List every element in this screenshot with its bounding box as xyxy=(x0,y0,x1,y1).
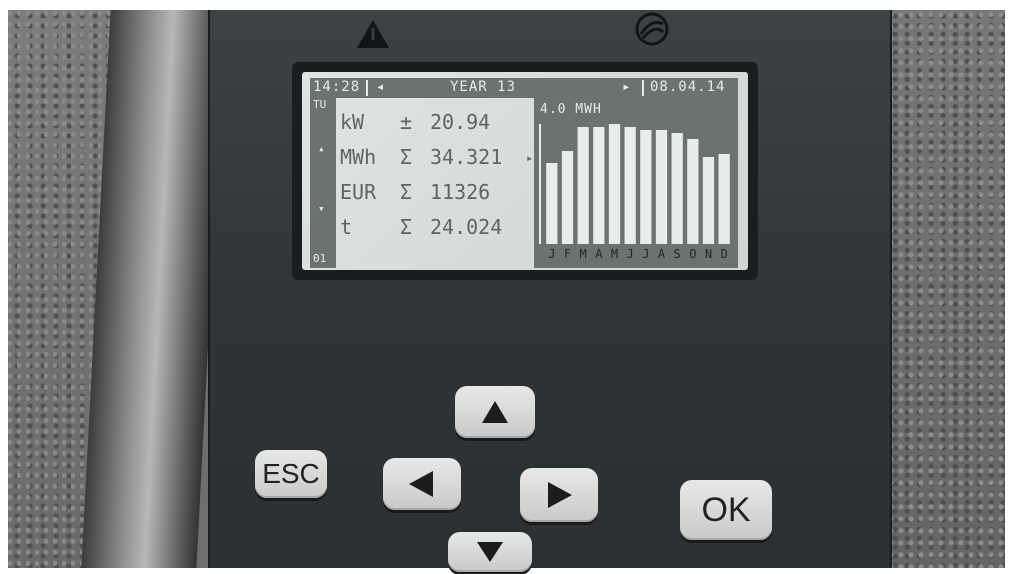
chart-bar xyxy=(577,127,589,244)
chart-bar xyxy=(655,130,668,244)
monthly-bar-chart: JFMAMJJASOND xyxy=(539,124,730,261)
nav-right-indicator: ▸ xyxy=(622,79,632,95)
chart-month-label: J xyxy=(627,247,634,261)
chart-bar xyxy=(671,133,683,244)
selection-cursor: ▸ xyxy=(526,151,534,165)
chart-month-label: S xyxy=(674,247,681,261)
date-readout: 08.04.14 xyxy=(650,79,726,95)
period-title: YEAR 13 xyxy=(450,79,517,95)
right-button[interactable] xyxy=(520,468,598,522)
chart-month-label: J xyxy=(642,247,649,261)
chart-bar xyxy=(624,127,636,244)
time-readout: 14:28 xyxy=(313,79,361,95)
chart-bar xyxy=(640,130,652,244)
row-unit: MWh xyxy=(340,145,377,169)
chart-bar xyxy=(561,151,574,244)
warning-icon xyxy=(357,20,389,48)
sidebar-down-indicator: ▾ xyxy=(318,202,325,215)
chart-month-label: A xyxy=(595,247,603,261)
nav-left-indicator: ◂ xyxy=(376,79,386,95)
row-symbol: Σ xyxy=(400,180,413,204)
left-arrow-icon xyxy=(409,471,433,497)
up-button[interactable] xyxy=(455,386,535,438)
row-value: 20.94 xyxy=(430,110,491,134)
row-value: 24.024 xyxy=(430,215,503,239)
chart-month-label: O xyxy=(689,247,696,261)
row-unit: EUR xyxy=(340,180,377,204)
readout-row-earnings: EUR Σ 11326 xyxy=(340,180,540,215)
chart-y-axis xyxy=(539,124,541,244)
row-unit: t xyxy=(340,215,353,239)
esc-button[interactable]: ESC xyxy=(255,450,327,498)
row-value: 11326 xyxy=(430,180,491,204)
sidebar-top-label: TU xyxy=(313,98,327,111)
row-unit: kW xyxy=(340,110,365,134)
chart-month-label: N xyxy=(705,247,712,261)
grid-connection-icon xyxy=(635,12,669,46)
readout-rows: kW ± 20.94 MWh Σ 34.321 ▸ EUR Σ 11326 t … xyxy=(340,110,540,250)
chart-month-label: M xyxy=(580,247,587,261)
sidebar-up-indicator: ▴ xyxy=(318,142,325,155)
chart-bar xyxy=(702,157,715,244)
chart-month-label: D xyxy=(721,247,728,261)
chart-bar xyxy=(718,154,730,244)
wall-texture-right xyxy=(888,10,1005,568)
page-number: 01 xyxy=(313,252,327,265)
ok-button[interactable]: OK xyxy=(680,480,772,540)
row-symbol: Σ xyxy=(400,215,413,239)
chart-bar xyxy=(593,127,605,244)
lcd-display: 14:28 ◂ YEAR 13 ▸ 08.04.14 TU ▴ ▾ 01 kW … xyxy=(302,72,748,270)
chart-bar xyxy=(608,124,621,244)
right-arrow-icon xyxy=(548,482,572,508)
chart-month-label: F xyxy=(564,247,571,261)
chart-bar xyxy=(546,163,558,244)
chart-month-label: A xyxy=(658,247,666,261)
row-symbol: Σ xyxy=(400,145,413,169)
readout-row-co2: t Σ 24.024 xyxy=(340,215,540,250)
chart-month-label: M xyxy=(611,247,618,261)
up-arrow-icon xyxy=(482,401,508,423)
down-arrow-icon xyxy=(477,542,503,562)
readout-row-energy: MWh Σ 34.321 ▸ xyxy=(340,145,540,180)
row-value: 34.321 xyxy=(430,145,503,169)
chart-bar xyxy=(687,139,699,244)
chart-month-label: J xyxy=(548,247,555,261)
readout-row-power: kW ± 20.94 xyxy=(340,110,540,145)
lcd-top-bar: 14:28 ◂ YEAR 13 ▸ 08.04.14 xyxy=(310,78,738,98)
left-button[interactable] xyxy=(383,458,461,510)
down-button[interactable] xyxy=(448,532,532,572)
lcd-sidebar: TU ▴ ▾ 01 xyxy=(310,98,336,268)
row-symbol: ± xyxy=(400,110,413,134)
